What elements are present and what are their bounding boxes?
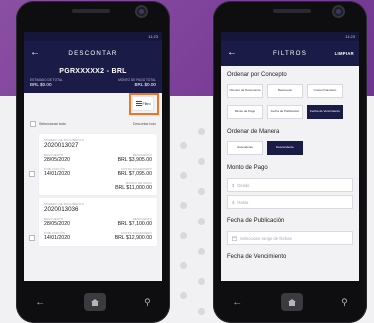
document-card: NÚMERO DE DOCUMENTO 2020013027 DESCUENTO… [39,134,157,195]
due-date-title: Fecha de Vencimiento [227,254,287,260]
amount-from-input[interactable]: $ Desde [227,178,353,192]
currency-icon: $ [232,182,235,188]
speaker [273,9,311,13]
phone-discount: 11:23 ← DESCONTAR PGRXXXXX2 - BRL ESTIMA… [16,1,170,323]
order-concept-title: Ordenar por Concepto [227,72,287,78]
list-item[interactable]: NÚMERO DE DOCUMENTO 2020013027 DESCUENTO… [24,134,162,195]
home-key[interactable] [280,293,303,311]
discount-screen: 11:23 ← DESCONTAR PGRXXXXX2 - BRL ESTIMA… [24,32,162,281]
app-bar: ← FILTROS LIMPIAR [221,41,359,66]
total-value: BRL $0.00 [30,82,52,87]
home-icon [287,298,296,306]
to-placeholder: Hasta [237,199,249,205]
filter-button[interactable]: Filtro [132,96,154,111]
app-bar: ← DESCONTAR [24,41,162,66]
doc-number: 2020013027 [44,142,79,149]
discount-amount: BRL $7,100.00 [117,221,152,227]
filters-screen: 11:23 ← FILTROS LIMPIAR Ordenar por Conc… [221,32,359,281]
filter-label: Filtro [142,101,151,106]
background-dot [198,278,205,285]
concept-chip-row: Número de Documento Descuento Costo Fina… [221,82,359,100]
back-arrow-icon[interactable]: ← [30,47,41,59]
payment-amount: BRL $11,000.00 [115,185,152,191]
list-item[interactable]: NÚMERO DE DOCUMENTO 2020013036 DESCUENTO… [24,198,162,246]
calendar-icon [232,236,237,241]
status-bar: 11:23 [221,32,359,41]
speaker [72,9,110,13]
discount-all-link[interactable]: Descontar todo [133,122,156,126]
chip-payment-amount[interactable]: Monto de Pago [227,105,263,119]
background-dot [180,292,187,299]
page-title: FILTROS [272,50,308,57]
chip-ascending[interactable]: Ascendente [227,141,263,155]
phone-filters: 11:23 ← FILTROS LIMPIAR Ordenar por Conc… [213,1,367,323]
discount-date: 28/05/2020 [44,221,70,227]
device-nav-keys: ← ⚲ [213,281,367,323]
currency-icon: $ [232,199,235,205]
camera [135,5,148,18]
status-bar: 11:23 [24,32,162,41]
chip-document-number[interactable]: Número de Documento [227,84,263,98]
back-key-icon[interactable]: ← [35,297,45,308]
concept-chip-row: Monto de Pago Fecha de Publicación Fecha… [221,103,359,121]
date-range-placeholder: Seleccione rango de fechas [240,235,292,241]
chip-publication-date[interactable]: Fecha de Publicación [267,105,303,119]
order-manner-title: Ordenar de Manera [227,129,280,135]
background-dot [180,202,187,209]
select-all-checkbox[interactable] [30,121,36,127]
amount-to-input[interactable]: $ Hasta [227,195,353,209]
item-checkbox[interactable] [29,171,35,177]
chip-financial-cost[interactable]: Costo Financiero [307,84,343,98]
background-dot [180,172,187,179]
publication-date-title: Fecha de Publicación [227,218,285,224]
home-key[interactable] [83,293,106,311]
background-dot [198,248,205,255]
publication-date: 14/01/2020 [44,235,70,241]
document-card: NÚMERO DE DOCUMENTO 2020013036 DESCUENTO… [39,198,157,246]
financial-cost: BRL $7,095.00 [117,171,152,177]
publication-date: 14/01/2020 [44,171,70,177]
device-nav-keys: ← ⚲ [16,281,170,323]
manner-chip-row: Ascendente Descendente [221,139,359,157]
search-key-icon[interactable]: ⚲ [341,297,348,308]
account-code: PGRXXXXX2 - BRL [59,68,127,75]
clear-button[interactable]: LIMPIAR [335,51,354,56]
home-icon [90,298,99,306]
select-all-label: Seleccionar todo [39,122,66,126]
discount-date: 28/05/2020 [44,157,70,163]
discount-summary: PGRXXXXX2 - BRL ESTIMADO DE TOTAL BRL $0… [24,66,162,93]
amount-title: Monto de Pago [227,165,268,171]
doc-number: 2020013036 [44,206,79,213]
camera [332,5,345,18]
chip-due-date[interactable]: Fecha de Vencimiento [307,105,343,119]
item-checkbox[interactable] [29,235,35,241]
background-dot [180,142,187,149]
background-dot [198,158,205,165]
discount-amount: BRL $3,905.00 [117,157,152,163]
financial-cost: BRL $12,900.00 [114,235,152,241]
from-placeholder: Desde [237,182,250,188]
publication-date-range-input[interactable]: Seleccione rango de fechas [227,231,353,245]
background-dot [198,188,205,195]
background-dot [180,232,187,239]
background-dot [198,218,205,225]
background-dot [198,128,205,135]
back-key-icon[interactable]: ← [232,297,242,308]
chip-descending[interactable]: Descendente [267,141,303,155]
filter-icon [135,101,142,106]
background-dot [198,308,205,315]
background-dot [180,262,187,269]
page-title: DESCONTAR [68,50,118,57]
search-key-icon[interactable]: ⚲ [144,297,151,308]
back-arrow-icon[interactable]: ← [227,47,238,59]
paid-value: BRL $0.00 [134,82,156,87]
chip-discount[interactable]: Descuento [267,84,303,98]
